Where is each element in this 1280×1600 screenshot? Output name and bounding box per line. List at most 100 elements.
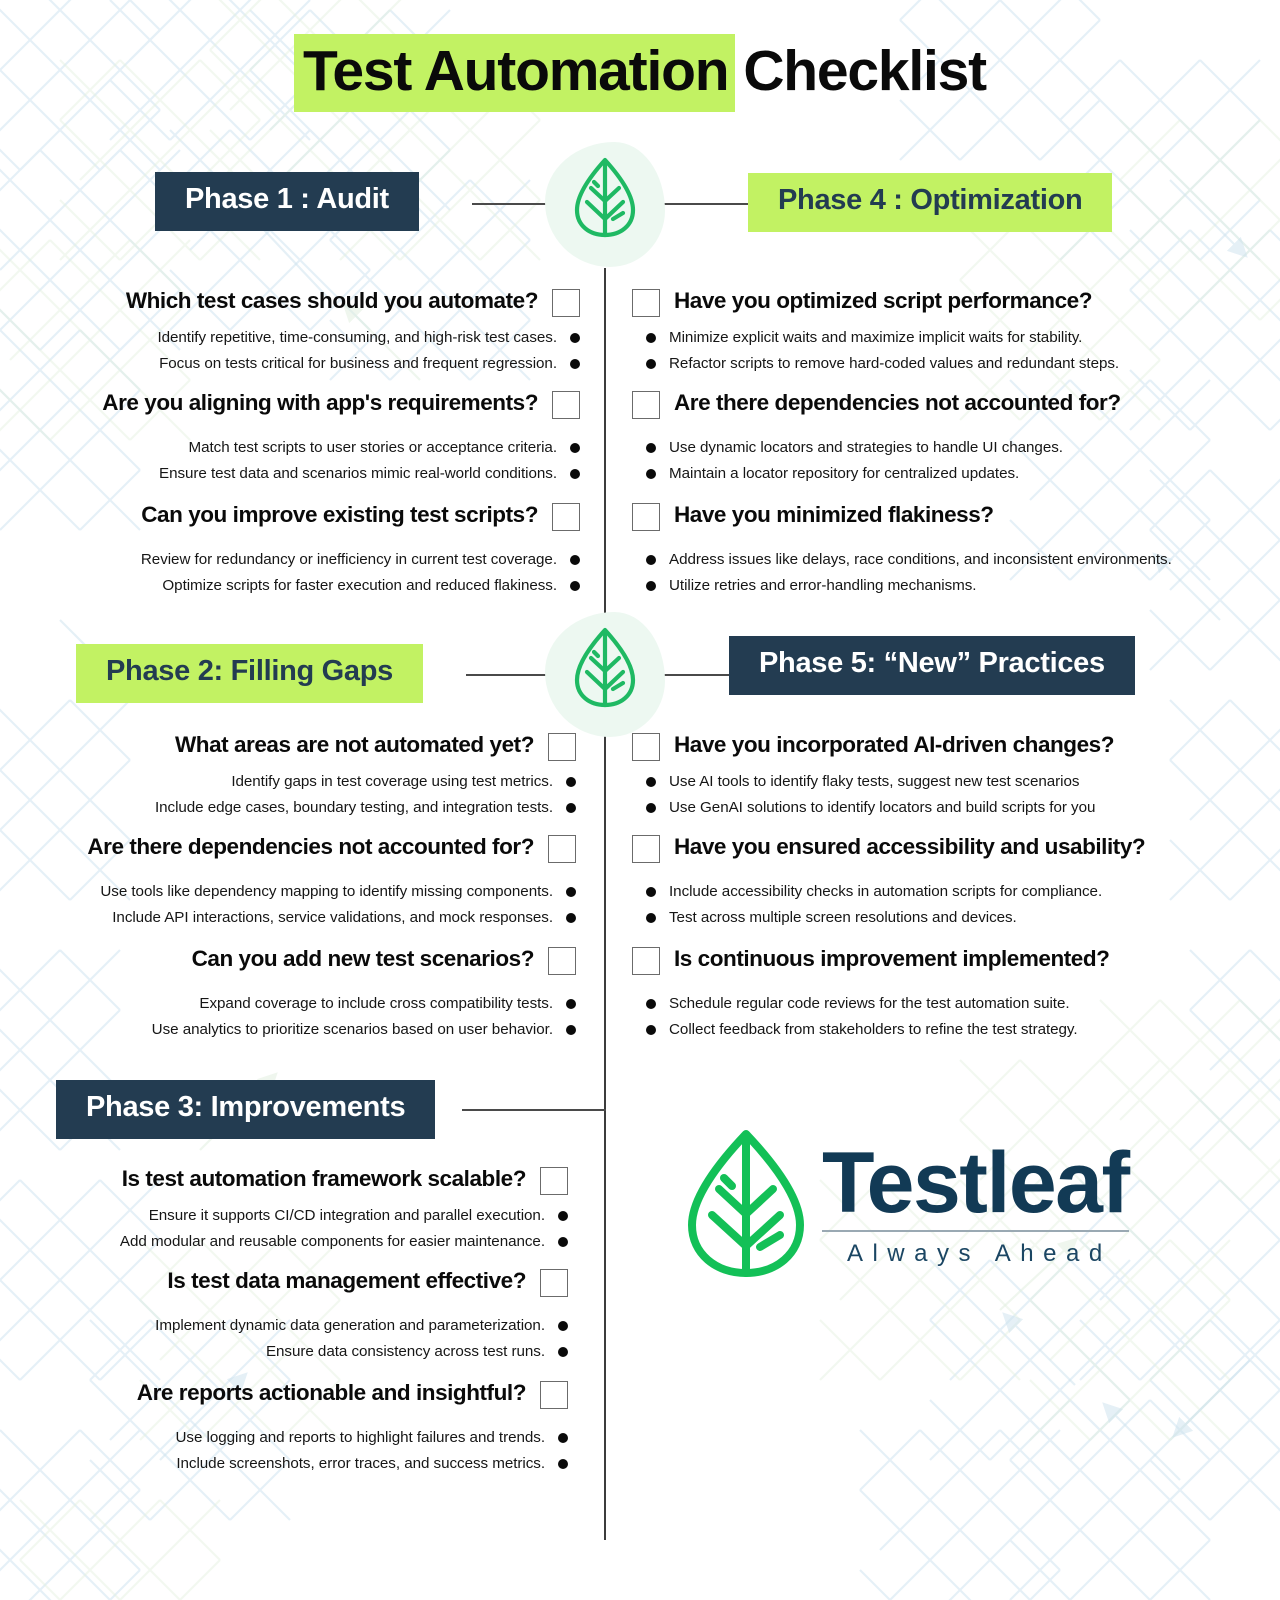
testleaf-wordmark: Testleaf Always Ahead	[822, 1140, 1130, 1268]
bullet-marker	[646, 332, 656, 343]
checklist-bullet-row: Use analytics to prioritize scenarios ba…	[0, 1021, 576, 1038]
checklist-bullet-row: Use tools like dependency mapping to ide…	[0, 883, 576, 900]
checklist-bullet-row: Maintain a locator repository for centra…	[632, 465, 1272, 482]
bullet-text: Ensure test data and scenarios mimic rea…	[158, 465, 557, 482]
checklist-question-row[interactable]: Can you add new test scenarios?	[0, 946, 576, 975]
phase-badge-4[interactable]: Phase 4 : Optimization	[748, 173, 1113, 232]
connector-phase3	[462, 1109, 606, 1111]
checklist-bullet-row: Identify gaps in test coverage using tes…	[0, 773, 576, 790]
bullet-marker	[566, 776, 576, 787]
checklist-question-row[interactable]: Is test automation framework scalable?	[0, 1166, 568, 1195]
checklist-question-row[interactable]: Have you incorporated AI-driven changes?	[632, 732, 1280, 761]
checklist-question-row[interactable]: Have you optimized script performance?	[632, 288, 1272, 317]
bullet-text: Use logging and reports to highlight fai…	[175, 1429, 546, 1446]
question-checkbox[interactable]	[632, 289, 660, 317]
phase-badge-3-label: Phase 3: Improvements	[86, 1091, 406, 1123]
bullet-text: Use analytics to prioritize scenarios ba…	[151, 1021, 553, 1038]
question-text: Is continuous improvement implemented?	[674, 946, 1110, 971]
checklist-question-row[interactable]: Which test cases should you automate?	[0, 288, 580, 317]
phase-badge-2-label: Phase 2: Filling Gaps	[106, 655, 393, 687]
question-checkbox[interactable]	[552, 391, 580, 419]
checklist-question-row[interactable]: Can you improve existing test scripts?	[0, 502, 580, 531]
page-title: Test Automation Checklist	[0, 34, 1280, 112]
bullet-text: Match test scripts to user stories or ac…	[188, 439, 558, 456]
phase-4-items: Have you optimized script performance? M…	[632, 288, 1272, 594]
checklist-bullet-row: Include API interactions, service valida…	[0, 909, 576, 926]
question-checkbox[interactable]	[540, 1381, 568, 1409]
question-text: Are reports actionable and insightful?	[136, 1380, 527, 1405]
phase-5-items: Have you incorporated AI-driven changes?…	[632, 732, 1280, 1038]
question-text: Are there dependencies not accounted for…	[674, 390, 1121, 415]
checklist-question-row[interactable]: Are reports actionable and insightful?	[0, 1380, 568, 1409]
bullet-marker	[570, 358, 580, 369]
bullet-marker	[646, 358, 656, 369]
bullet-text: Optimize scripts for faster execution an…	[162, 577, 557, 594]
question-checkbox[interactable]	[552, 503, 580, 531]
phase-badge-1-label: Phase 1 : Audit	[185, 183, 389, 215]
bullet-marker	[566, 1024, 576, 1035]
bullet-text: Include API interactions, service valida…	[112, 909, 553, 926]
bullet-text: Minimize explicit waits and maximize imp…	[669, 329, 1083, 346]
checklist-question-row[interactable]: Are there dependencies not accounted for…	[0, 834, 576, 863]
bullet-marker	[558, 1320, 568, 1331]
checklist-question-row[interactable]: Are there dependencies not accounted for…	[632, 390, 1272, 419]
question-checkbox[interactable]	[540, 1167, 568, 1195]
question-text: Are you aligning with app's requirements…	[102, 390, 538, 415]
testleaf-tagline: Always Ahead	[846, 1239, 1112, 1267]
bullet-marker	[558, 1432, 568, 1443]
bullet-text: Address issues like delays, race conditi…	[669, 551, 1172, 568]
phase-badge-4-label: Phase 4 : Optimization	[778, 184, 1083, 216]
bullet-marker	[646, 886, 656, 897]
leaf-node-middle	[545, 612, 665, 737]
checklist-question-row[interactable]: Are you aligning with app's requirements…	[0, 390, 580, 419]
checklist-bullet-row: Minimize explicit waits and maximize imp…	[632, 329, 1272, 346]
question-checkbox[interactable]	[548, 947, 576, 975]
bullet-marker	[558, 1346, 568, 1357]
bullet-text: Use GenAI solutions to identify locators…	[669, 799, 1096, 816]
question-checkbox[interactable]	[552, 289, 580, 317]
question-checkbox[interactable]	[632, 835, 660, 863]
checklist-question-row[interactable]: What areas are not automated yet?	[0, 732, 576, 761]
phase-badge-5[interactable]: Phase 5: “New” Practices	[729, 636, 1135, 695]
question-checkbox[interactable]	[632, 503, 660, 531]
bullet-text: Test across multiple screen resolutions …	[669, 909, 1017, 926]
question-checkbox[interactable]	[632, 733, 660, 761]
checklist-bullet-row: Focus on tests critical for business and…	[0, 355, 580, 372]
checklist-bullet-row: Match test scripts to user stories or ac…	[0, 439, 580, 456]
bullet-marker	[646, 912, 656, 923]
question-checkbox[interactable]	[548, 835, 576, 863]
bullet-marker	[570, 442, 580, 453]
leaf-node-top	[545, 142, 665, 267]
logo-divider-rule	[822, 1230, 1129, 1232]
bullet-text: Identify repetitive, time-consuming, and…	[157, 329, 557, 346]
bullet-marker	[646, 1024, 656, 1035]
checklist-question-row[interactable]: Have you minimized flakiness?	[632, 502, 1272, 531]
bullet-text: Include edge cases, boundary testing, an…	[154, 799, 553, 816]
checklist-question-row[interactable]: Have you ensured accessibility and usabi…	[632, 834, 1280, 863]
checklist-bullet-row: Schedule regular code reviews for the te…	[632, 995, 1280, 1012]
page-title-highlight: Test Automation	[294, 34, 736, 112]
checklist-bullet-row: Utilize retries and error-handling mecha…	[632, 577, 1272, 594]
checklist-bullet-row: Include screenshots, error traces, and s…	[0, 1455, 568, 1472]
phase-badge-1[interactable]: Phase 1 : Audit	[155, 172, 419, 231]
question-text: Have you incorporated AI-driven changes?	[674, 732, 1115, 757]
bullet-text: Include screenshots, error traces, and s…	[176, 1455, 545, 1472]
question-checkbox[interactable]	[548, 733, 576, 761]
question-text: What areas are not automated yet?	[175, 732, 534, 757]
bullet-text: Include accessibility checks in automati…	[669, 883, 1103, 900]
question-checkbox[interactable]	[632, 947, 660, 975]
bullet-text: Use dynamic locators and strategies to h…	[669, 439, 1063, 456]
phase-badge-2[interactable]: Phase 2: Filling Gaps	[76, 644, 423, 703]
checklist-question-row[interactable]: Is continuous improvement implemented?	[632, 946, 1280, 975]
question-checkbox[interactable]	[632, 391, 660, 419]
question-checkbox[interactable]	[540, 1269, 568, 1297]
question-text: Is test automation framework scalable?	[121, 1166, 527, 1191]
phase-badge-3[interactable]: Phase 3: Improvements	[56, 1080, 436, 1139]
bullet-text: Maintain a locator repository for centra…	[669, 465, 1020, 482]
testleaf-leaf-icon	[688, 1130, 804, 1277]
question-text: Which test cases should you automate?	[125, 288, 539, 313]
testleaf-logo: Testleaf Always Ahead	[686, 1128, 1130, 1280]
checklist-question-row[interactable]: Is test data management effective?	[0, 1268, 568, 1297]
checklist-bullet-row: Expand coverage to include cross compati…	[0, 995, 576, 1012]
bullet-marker	[646, 442, 656, 453]
